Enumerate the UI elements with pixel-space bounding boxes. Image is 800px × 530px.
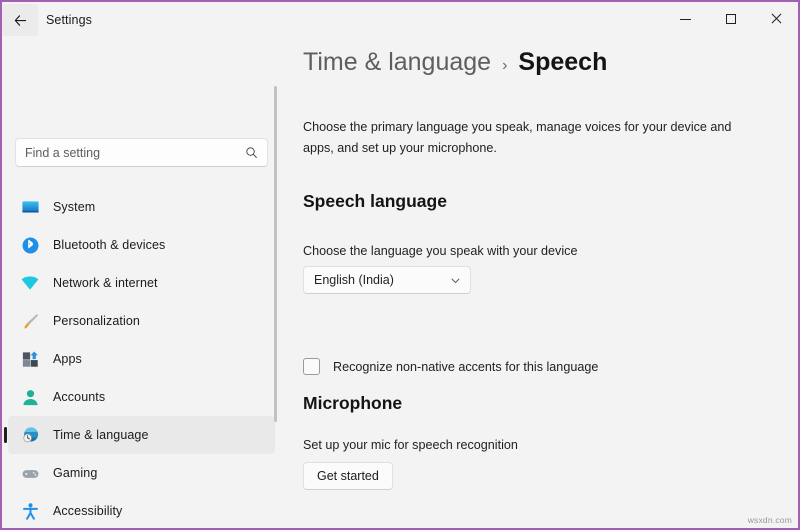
bluetooth-icon xyxy=(19,234,41,256)
sidebar-item-label: Time & language xyxy=(53,428,149,442)
sidebar: System Bluetooth & devices xyxy=(2,38,287,528)
maximize-button[interactable] xyxy=(708,2,753,36)
sidebar-item-time-language[interactable]: Time & language xyxy=(4,416,275,454)
search-icon xyxy=(246,147,257,158)
page-title: Speech xyxy=(518,48,608,76)
window-controls xyxy=(663,2,798,36)
minimize-button[interactable] xyxy=(663,2,708,36)
back-button[interactable] xyxy=(2,4,38,36)
globe-clock-icon xyxy=(19,424,41,446)
sidebar-item-bluetooth-devices[interactable]: Bluetooth & devices xyxy=(8,226,275,264)
sidebar-item-personalization[interactable]: Personalization xyxy=(8,302,275,340)
sidebar-item-system[interactable]: System xyxy=(8,188,275,226)
back-arrow-icon xyxy=(14,14,26,26)
sidebar-item-gaming[interactable]: Gaming xyxy=(8,454,275,492)
sidebar-item-label: Bluetooth & devices xyxy=(53,238,166,252)
microphone-heading: Microphone xyxy=(303,393,403,413)
sidebar-item-label: Accessibility xyxy=(53,504,123,518)
speech-language-field-label: Choose the language you speak with your … xyxy=(303,244,578,258)
apps-grid-icon xyxy=(19,348,41,370)
sidebar-item-label: Personalization xyxy=(53,314,140,328)
speech-language-dropdown[interactable]: English (India) xyxy=(303,266,471,294)
sidebar-item-label: Network & internet xyxy=(53,276,158,290)
close-button[interactable] xyxy=(753,2,798,36)
recognize-accents-checkbox[interactable] xyxy=(303,358,320,375)
window-body: System Bluetooth & devices xyxy=(2,38,798,528)
app-title: Settings xyxy=(46,13,92,27)
paintbrush-icon xyxy=(19,310,41,332)
main-content: Time & language › Speech Choose the prim… xyxy=(287,38,798,528)
sidebar-item-label: Gaming xyxy=(53,466,98,480)
search-input[interactable] xyxy=(25,145,245,160)
sidebar-item-label: Accounts xyxy=(53,390,106,404)
search-box[interactable] xyxy=(15,138,268,167)
sidebar-item-apps[interactable]: Apps xyxy=(8,340,275,378)
settings-window: Settings Find a setting System Bluetooth… xyxy=(0,0,800,530)
watermark: wsxdn.com xyxy=(747,515,792,525)
sidebar-item-label: System xyxy=(53,200,96,214)
gamepad-icon xyxy=(19,462,41,484)
recognize-accents-checkbox-row[interactable]: Recognize non-native accents for this la… xyxy=(303,358,598,375)
minimize-icon xyxy=(680,18,691,20)
chevron-down-icon xyxy=(451,278,460,283)
microphone-field-label: Set up your mic for speech recognition xyxy=(303,438,518,452)
sidebar-nav: System Bluetooth & devices Network & int… xyxy=(2,188,287,528)
get-started-button[interactable]: Get started xyxy=(303,462,393,490)
breadcrumb-separator-icon: › xyxy=(502,57,508,74)
sidebar-item-accessibility[interactable]: Accessibility xyxy=(8,492,275,528)
sidebar-item-accounts[interactable]: Accounts xyxy=(8,378,275,416)
monitor-icon xyxy=(19,196,41,218)
accessibility-icon xyxy=(19,500,41,522)
speech-language-dropdown-value: English (India) xyxy=(314,273,394,287)
title-bar: Settings xyxy=(2,2,798,38)
person-icon xyxy=(19,386,41,408)
sidebar-item-network-internet[interactable]: Network & internet xyxy=(8,264,275,302)
breadcrumb-parent-link[interactable]: Time & language xyxy=(303,48,491,77)
maximize-icon xyxy=(725,14,736,24)
breadcrumb: Time & language › Speech xyxy=(303,48,607,77)
sidebar-scrollbar[interactable] xyxy=(274,86,277,422)
sidebar-item-label: Apps xyxy=(53,352,82,366)
page-description: Choose the primary language you speak, m… xyxy=(303,120,732,155)
recognize-accents-label: Recognize non-native accents for this la… xyxy=(333,359,599,374)
close-icon xyxy=(770,13,782,25)
wifi-icon xyxy=(19,272,41,294)
speech-language-heading: Speech language xyxy=(303,191,447,211)
